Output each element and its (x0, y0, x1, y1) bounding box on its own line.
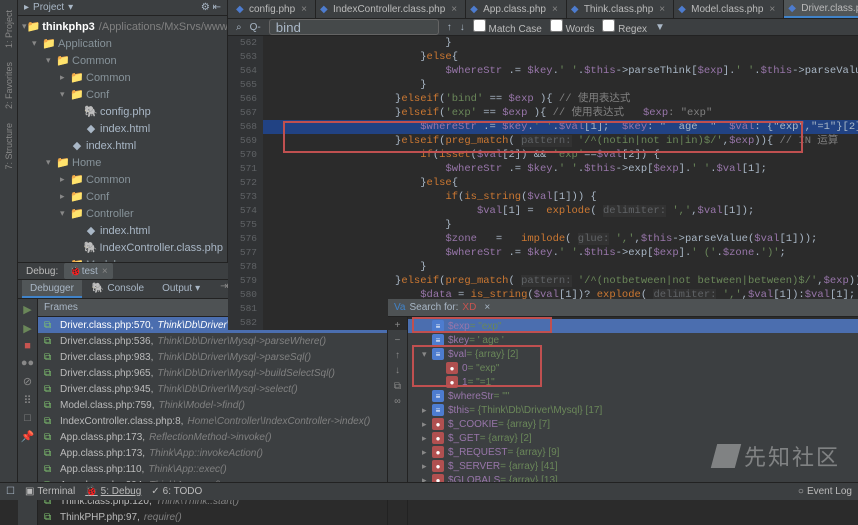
strip-item[interactable]: 2: Favorites (4, 62, 14, 109)
close-icon[interactable]: × (552, 4, 558, 15)
copy-icon[interactable]: ⧉ (394, 381, 401, 393)
arrow-icon[interactable]: ▸ (24, 2, 29, 13)
layout-icon[interactable]: □ (24, 413, 31, 425)
tab-output[interactable]: Output ▾ (154, 280, 208, 298)
debug-tab[interactable]: 🐞 test × (64, 263, 112, 279)
calc-icon[interactable]: ∞ (394, 397, 400, 408)
bug-icon: 🐞 (69, 266, 81, 277)
mute-bp-icon[interactable]: ⊘ (23, 375, 32, 389)
search-bar: ⌕ Q- ↑ ↓ Match Case Words Regex ▼ 50 mat… (228, 19, 858, 36)
editor-tab[interactable]: ◆Model.class.php× (674, 0, 784, 18)
stack-frame[interactable]: ⧉Model.class.php:759, Think\Model->find(… (38, 397, 387, 413)
search-input[interactable] (269, 19, 439, 35)
tree-root[interactable]: ▾📁 thinkphp3 /Applications/MxSrvs/www/th… (18, 18, 227, 35)
variable-row[interactable]: ▾≡$val = {array} [2] (408, 347, 858, 361)
stack-frame[interactable]: ⧉App.class.php:173, ReflectionMethod->in… (38, 429, 387, 445)
close-icon[interactable]: × (102, 266, 108, 277)
status-bar: ☐ ▣ Terminal 🐞5: Debug ✓6: TODO ○ Event … (0, 482, 858, 500)
view-breakpoint-icon[interactable]: ●● (21, 358, 34, 370)
tree-item[interactable]: ◆index.html (18, 137, 227, 154)
collapse-icon[interactable]: ⇤ (213, 2, 221, 13)
variable-row[interactable]: ≡$exp = "exp" (408, 319, 858, 333)
variable-row[interactable]: ▸●$_COOKIE = {array} [7] (408, 417, 858, 431)
watermark: 先知社区 (714, 440, 840, 472)
tree-item[interactable]: ▾📁Application (18, 35, 227, 52)
editor-tabs: ◆config.php×◆IndexController.class.php×◆… (228, 0, 858, 19)
close-icon[interactable]: × (484, 302, 490, 313)
variable-row[interactable]: ≡$key = ' age ' (408, 333, 858, 347)
words-checkbox[interactable] (550, 19, 563, 32)
more-icon[interactable]: ⠿ (23, 394, 31, 408)
tree-item[interactable]: ▾📁Conf (18, 86, 227, 103)
project-tree: ▸ Project ▾ ⚙ ⇤ ▾📁 thinkphp3 /Applicatio… (18, 0, 228, 262)
tree-item[interactable]: ◆index.html (18, 222, 227, 239)
variable-row[interactable]: ≡$whereStr = "" (408, 389, 858, 403)
down-icon[interactable]: ↓ (394, 366, 400, 377)
pin-icon[interactable]: 📌 (21, 430, 35, 444)
stack-frame[interactable]: ⧉Driver.class.php:536, Think\Db\Driver\M… (38, 333, 387, 349)
bottombar-eventlog[interactable]: ○ Event Log (798, 486, 852, 497)
editor-tab[interactable]: ◆IndexController.class.php× (316, 0, 466, 18)
close-icon[interactable]: × (769, 4, 775, 15)
tree-item[interactable]: ▾📁Common (18, 52, 227, 69)
gear-icon[interactable]: ⚙ (201, 2, 210, 13)
project-header-title: Project (33, 2, 64, 13)
bottombar-terminal[interactable]: ▣ Terminal (25, 486, 75, 497)
stack-frame[interactable]: ⧉App.class.php:173, Think\App::invokeAct… (38, 445, 387, 461)
tool-strip-left: 1: Project 2: Favorites 7: Structure (0, 0, 18, 482)
strip-item[interactable]: 7: Structure (4, 123, 14, 170)
filter-icon[interactable]: ▼ (655, 22, 665, 33)
strip-item[interactable]: 1: Project (4, 10, 14, 48)
stop-icon[interactable]: ■ (24, 341, 31, 353)
add-watch-icon[interactable]: + (394, 321, 400, 332)
search-prefix: Q- (250, 22, 261, 33)
stack-frame[interactable]: ⧉IndexController.class.php:8, Home\Contr… (38, 413, 387, 429)
up-icon[interactable]: ↑ (394, 351, 400, 362)
tree-item[interactable]: ▾📁Controller (18, 205, 227, 222)
stack-frame[interactable]: ⧉ThinkPHP.php:97, require() (38, 509, 387, 525)
regex-checkbox[interactable] (602, 19, 615, 32)
editor-tab[interactable]: ◆Driver.class.php× (784, 0, 858, 18)
tree-item[interactable]: ▸📁Conf (18, 188, 227, 205)
tree-item[interactable]: ▸📁Common (18, 171, 227, 188)
rerun-icon[interactable]: ▶ (23, 303, 31, 317)
editor-tab[interactable]: ◆config.php× (232, 0, 316, 18)
search-icon: ⌕ (236, 22, 242, 33)
close-icon[interactable]: × (301, 4, 307, 15)
tab-console[interactable]: 🐘Console (84, 280, 152, 298)
variable-row[interactable]: ●1 = "=1" (408, 375, 858, 389)
editor-tab[interactable]: ◆App.class.php× (466, 0, 567, 18)
search-prev[interactable]: ↑ (447, 22, 452, 33)
editor-tab[interactable]: ◆Think.class.php× (567, 0, 674, 18)
separator: ▾ (68, 2, 73, 13)
bottombar-todo[interactable]: ✓6: TODO (151, 486, 202, 497)
match-case-checkbox[interactable] (473, 19, 486, 32)
tree-item[interactable]: 🐘config.php (18, 103, 227, 120)
tree-item[interactable]: ▾📁Home (18, 154, 227, 171)
resume-icon[interactable]: ▶ (23, 322, 31, 336)
close-icon[interactable]: × (451, 4, 457, 15)
tree-item[interactable]: ◆index.html (18, 120, 227, 137)
variable-row[interactable]: ▸≡$this = {Think\Db\Driver\Mysql} [17] (408, 403, 858, 417)
remove-watch-icon[interactable]: − (394, 336, 400, 347)
close-icon[interactable]: × (659, 4, 665, 15)
stack-frame[interactable]: ⧉Driver.class.php:945, Think\Db\Driver\M… (38, 381, 387, 397)
code-area[interactable]: 5625635645655665675685695705715725735745… (228, 36, 858, 330)
bottombar-debug[interactable]: 🐞5: Debug (85, 486, 141, 497)
tab-debugger[interactable]: Debugger (22, 280, 82, 298)
stack-frame[interactable]: ⧉Driver.class.php:983, Think\Db\Driver\M… (38, 349, 387, 365)
vars-label: Va (394, 302, 406, 313)
tree-item[interactable]: 🐘IndexController.class.php (18, 239, 227, 256)
msg-icon[interactable]: ☐ (6, 486, 15, 497)
stack-frame[interactable]: ⧉App.class.php:110, Think\App::exec() (38, 461, 387, 477)
stack-frame[interactable]: ⧉Driver.class.php:965, Think\Db\Driver\M… (38, 365, 387, 381)
variable-row[interactable]: ●0 = "exp" (408, 361, 858, 375)
search-next[interactable]: ↓ (460, 22, 465, 33)
tree-item[interactable]: ▸📁Common (18, 69, 227, 86)
